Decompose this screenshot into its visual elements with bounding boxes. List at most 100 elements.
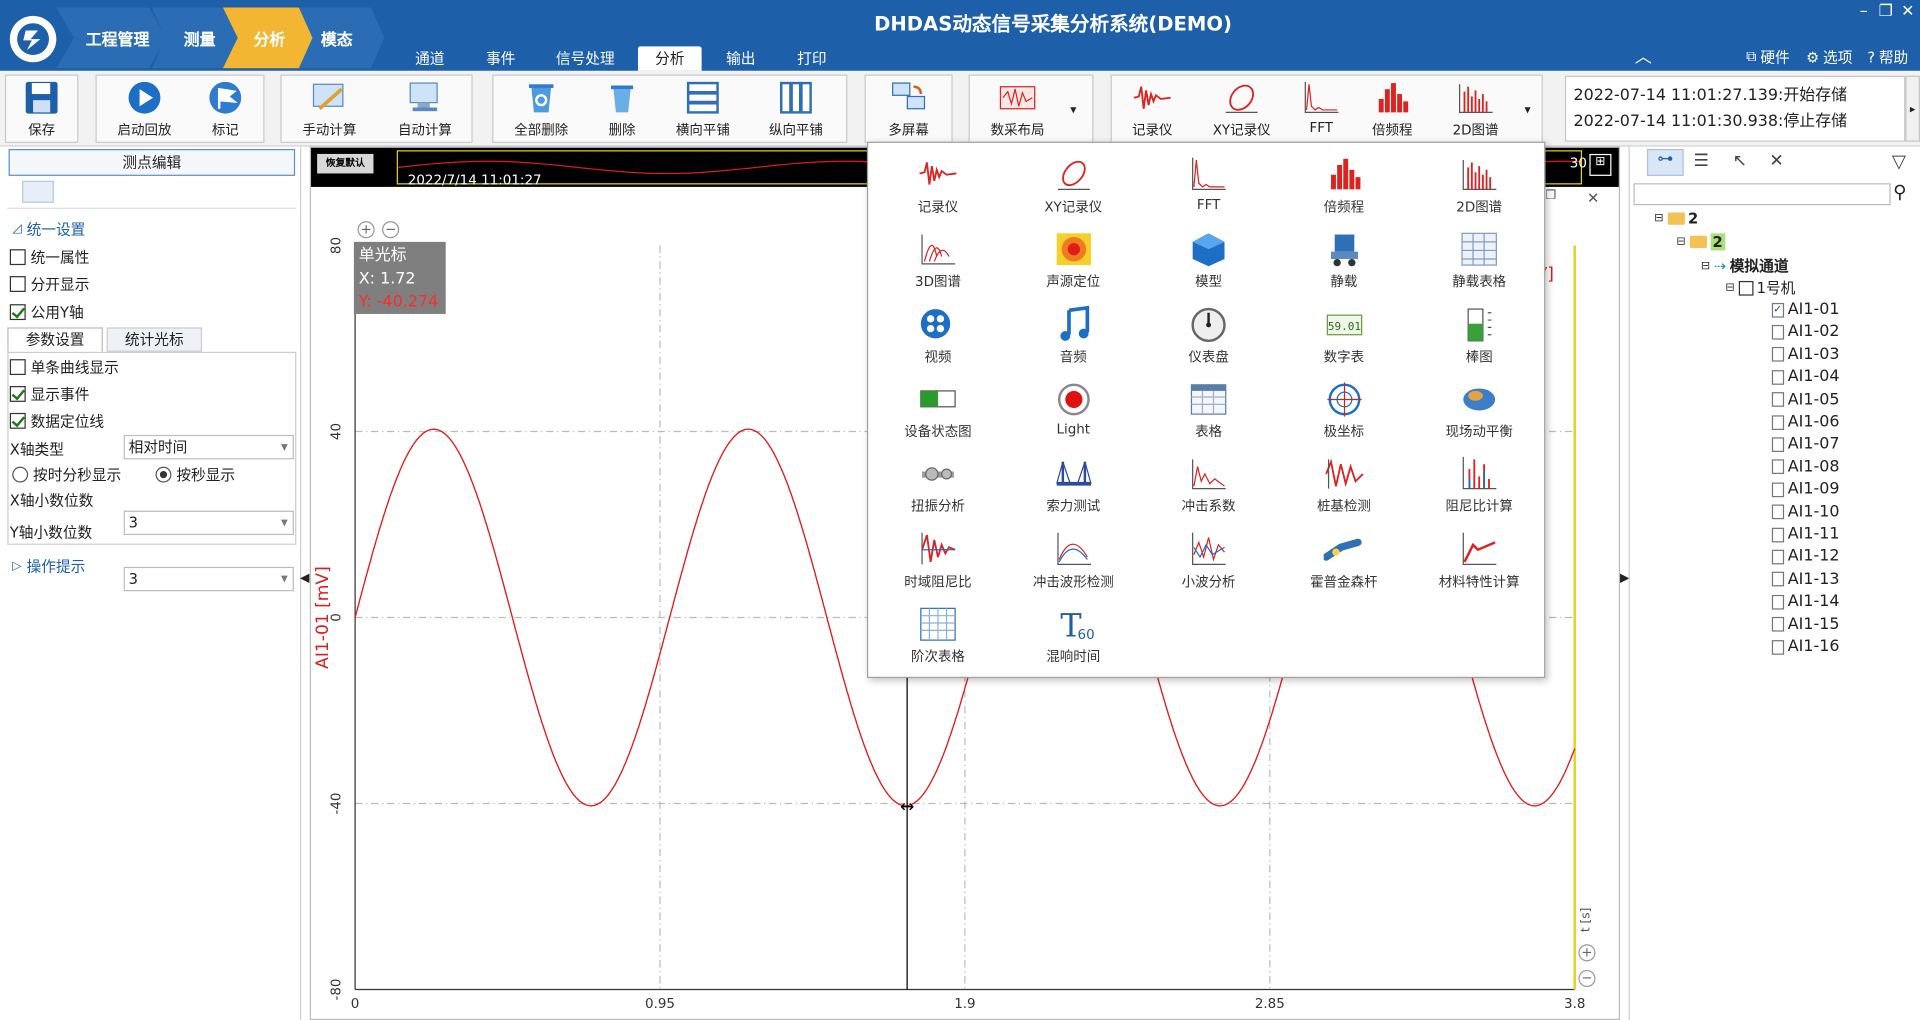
popup-item[interactable]: 扭振分析: [871, 452, 1006, 527]
popup-item[interactable]: 3D图谱: [871, 228, 1006, 303]
hint-header[interactable]: ▷ 操作提示: [12, 556, 85, 577]
tree-channel-item[interactable]: AI1-06: [1771, 413, 1839, 431]
list-view-icon[interactable]: ☰: [1693, 151, 1708, 171]
tree-channel-item[interactable]: AI1-13: [1771, 570, 1839, 589]
close-icon[interactable]: ✕: [1896, 2, 1920, 20]
xy-recorder-button[interactable]: XY记录仪: [1205, 79, 1278, 143]
tree-node-root[interactable]: ⊟ 2: [1654, 210, 1698, 227]
calendar-icon[interactable]: [22, 180, 54, 203]
manual-calc-button[interactable]: 手动计算: [291, 79, 367, 143]
popup-item[interactable]: 极坐标: [1277, 377, 1412, 452]
tree-search-input[interactable]: [1633, 183, 1891, 206]
tree-channel-item[interactable]: AI1-12: [1771, 548, 1839, 566]
popup-item[interactable]: 材料特性计算: [1412, 527, 1547, 602]
popup-item[interactable]: 记录仪: [871, 153, 1006, 228]
radio-sec[interactable]: 按秒显示: [155, 464, 235, 485]
tree-channel-item[interactable]: AI1-10: [1771, 503, 1839, 521]
popup-item[interactable]: 视频: [871, 302, 1006, 377]
popup-item[interactable]: 设备状态图: [871, 377, 1006, 452]
tab-params[interactable]: 参数设置: [7, 327, 103, 352]
tab-analysis[interactable]: 分析: [637, 46, 702, 71]
zoom-out-icon[interactable]: −: [382, 221, 400, 239]
tree-node-device[interactable]: ⊟ 1号机: [1725, 277, 1795, 298]
popup-item[interactable]: 模型: [1141, 228, 1276, 303]
tab-output[interactable]: 输出: [715, 46, 766, 70]
select-pointer-icon[interactable]: ↖: [1733, 151, 1747, 171]
popup-item[interactable]: 2D图谱: [1412, 153, 1547, 228]
popup-item[interactable]: FFT: [1141, 153, 1276, 228]
multiscreen-button[interactable]: 多屏幕: [872, 79, 945, 143]
log-scroll-right[interactable]: ▸: [1905, 75, 1920, 142]
tree-view-icon[interactable]: ⊶: [1646, 149, 1684, 176]
split-display-checkbox[interactable]: 分开显示: [9, 274, 90, 295]
save-button[interactable]: 保存: [10, 79, 74, 143]
window-close-icon[interactable]: ✕: [1587, 189, 1599, 206]
popup-item[interactable]: XY记录仪: [1006, 153, 1141, 228]
layout-dropdown-icon[interactable]: ▾: [1070, 104, 1076, 117]
popup-item[interactable]: 阻尼比计算: [1412, 452, 1547, 527]
data-locator-checkbox[interactable]: 数据定位线: [9, 410, 104, 431]
restore-default-button[interactable]: 恢复默认: [317, 153, 374, 174]
tree-channel-item[interactable]: AI1-09: [1771, 480, 1839, 499]
popup-item[interactable]: Light: [1006, 377, 1141, 452]
single-curve-checkbox[interactable]: 单条曲线显示: [9, 357, 119, 378]
delete-all-button[interactable]: 全部删除: [504, 79, 577, 143]
hardware-button[interactable]: ⧉ 硬件: [1746, 46, 1790, 67]
fit-range-icon[interactable]: ⊞: [1589, 153, 1612, 176]
tree-channel-item[interactable]: AI1-11: [1771, 525, 1839, 544]
x-zoom-in-icon[interactable]: +: [1578, 944, 1596, 962]
popup-item[interactable]: 音频: [1006, 302, 1141, 377]
recorder-button[interactable]: 记录仪: [1119, 79, 1185, 143]
popup-item[interactable]: 现场动平衡: [1412, 377, 1547, 452]
help-button[interactable]: ? 帮助: [1867, 46, 1908, 67]
popup-item[interactable]: 冲击系数: [1141, 452, 1276, 527]
popup-item[interactable]: 倍频程: [1277, 153, 1412, 228]
tab-channel[interactable]: 通道: [404, 46, 455, 70]
popup-item[interactable]: 小波分析: [1141, 527, 1276, 602]
popup-item[interactable]: 静载表格: [1412, 228, 1547, 303]
popup-item[interactable]: 霍普金森杆: [1277, 527, 1412, 602]
cursor-handle-icon[interactable]: ↔: [900, 797, 914, 817]
y-decimals-select[interactable]: 3: [123, 566, 294, 592]
tree-channel-item[interactable]: AI1-04: [1771, 368, 1839, 386]
zoom-in-icon[interactable]: +: [357, 221, 375, 239]
minimize-icon[interactable]: –: [1851, 2, 1875, 20]
collapse-ribbon-icon[interactable]: ︿: [1635, 44, 1652, 68]
popup-item[interactable]: 阶次表格: [871, 602, 1006, 677]
tab-event[interactable]: 事件: [475, 46, 526, 70]
popup-item[interactable]: T 60 混响时间: [1006, 602, 1141, 677]
popup-item[interactable]: 仪表盘: [1141, 302, 1276, 377]
mark-button[interactable]: 标记: [193, 79, 257, 143]
search-icon[interactable]: ⚲: [1893, 181, 1906, 203]
fft-button[interactable]: FFT: [1293, 79, 1349, 143]
x-axis-type-select[interactable]: 相对时间: [123, 434, 294, 460]
unified-settings-header[interactable]: ◿ 统一设置: [12, 219, 85, 240]
tree-channel-item[interactable]: ✓ AI1-01: [1771, 301, 1839, 319]
tools-icon[interactable]: ✕: [1769, 151, 1783, 171]
radio-hms[interactable]: 按时分秒显示: [12, 464, 121, 485]
tree-node-group[interactable]: ⊟ ⇢ 模拟通道: [1701, 255, 1789, 276]
popup-item[interactable]: 静载: [1277, 228, 1412, 303]
playback-button[interactable]: 启动回放: [108, 79, 181, 143]
layout-button[interactable]: 数采布局: [980, 79, 1056, 143]
popup-item[interactable]: 棒图: [1412, 302, 1547, 377]
window-restore-icon[interactable]: ❐: [1545, 189, 1556, 202]
filter-icon[interactable]: ▽: [1892, 150, 1906, 172]
x-decimals-select[interactable]: 3: [123, 510, 294, 536]
restore-icon[interactable]: ❐: [1873, 2, 1897, 20]
tree-channel-item[interactable]: AI1-03: [1771, 345, 1839, 364]
popup-item[interactable]: 桩基检测: [1277, 452, 1412, 527]
popup-item[interactable]: 表格: [1141, 377, 1276, 452]
tab-stat-cursor[interactable]: 统计光标: [106, 327, 203, 352]
left-collapse-icon[interactable]: ◀: [300, 572, 309, 585]
popup-item[interactable]: 声源定位: [1006, 228, 1141, 303]
tile-vertical-button[interactable]: 纵向平铺: [759, 79, 832, 143]
popup-item[interactable]: 冲击波形检测: [1006, 527, 1141, 602]
tree-channel-item[interactable]: AI1-15: [1771, 615, 1839, 634]
popup-item[interactable]: 59.01 数字表: [1277, 302, 1412, 377]
tree-node-child[interactable]: ⊟ 2: [1676, 233, 1726, 251]
app-logo-icon[interactable]: [9, 15, 57, 63]
common-y-checkbox[interactable]: 公用Y轴: [9, 302, 84, 323]
popup-item[interactable]: 索力测试: [1006, 452, 1141, 527]
tree-channel-item[interactable]: AI1-08: [1771, 458, 1839, 476]
